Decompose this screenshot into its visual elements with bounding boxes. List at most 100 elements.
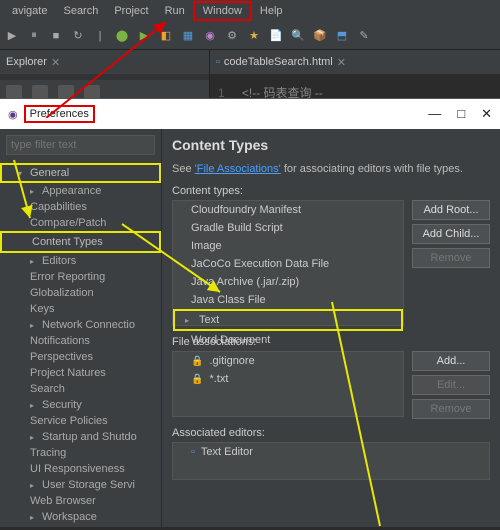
main-menu-bar: avigate Search Project Run Window Help <box>0 0 500 22</box>
tool1-icon[interactable]: ▦ <box>180 28 196 44</box>
tree-globalization[interactable]: Globalization <box>0 285 161 301</box>
stop-icon[interactable]: ■ <box>48 28 64 44</box>
content-types-buttons: Add Root... Add Child... Remove <box>412 200 490 326</box>
close-icon[interactable]: ✕ <box>337 56 346 69</box>
filter-input[interactable] <box>6 135 155 155</box>
tool4-icon[interactable]: ★ <box>246 28 262 44</box>
maximize-icon[interactable]: □ <box>457 106 465 122</box>
expand-icon: ▾ <box>18 169 26 178</box>
tree-keys[interactable]: Keys <box>0 301 161 317</box>
minimize-icon[interactable]: — <box>428 106 441 122</box>
close-icon[interactable]: ✕ <box>481 106 492 122</box>
debug-icon[interactable]: ⬤ <box>114 28 130 44</box>
list-item[interactable]: 🔒.gitignore <box>173 352 403 370</box>
menu-search[interactable]: Search <box>55 3 106 19</box>
remove-button[interactable]: Remove <box>412 248 490 268</box>
tool3-icon[interactable]: ⚙ <box>224 28 240 44</box>
editor-tab-header: ▫ codeTableSearch.html ✕ <box>210 50 500 74</box>
lock-icon: 🔒 <box>191 356 203 367</box>
menu-help[interactable]: Help <box>252 3 291 19</box>
tree-service-policies[interactable]: Service Policies <box>0 413 161 429</box>
editor-area: ▫ codeTableSearch.html ✕ <box>210 50 500 80</box>
eclipse-icon: ◉ <box>8 108 18 121</box>
tree-workspace[interactable]: ▸Workspace <box>0 509 161 525</box>
menu-navigate[interactable]: avigate <box>4 3 55 19</box>
remove-button[interactable]: Remove <box>412 399 490 419</box>
menu-run[interactable]: Run <box>157 3 193 19</box>
tree-error-reporting[interactable]: Error Reporting <box>0 269 161 285</box>
file-associations-list[interactable]: 🔒.gitignore 🔒*.txt <box>172 351 404 417</box>
file-icon: ▫ <box>216 56 220 68</box>
add-child-button[interactable]: Add Child... <box>412 224 490 244</box>
tree-capabilities[interactable]: Capabilities <box>0 199 161 215</box>
run-icon[interactable]: ▶ <box>4 28 20 44</box>
tree-appearance[interactable]: ▸Appearance <box>0 183 161 199</box>
file-associations-link[interactable]: 'File Associations' <box>195 163 281 175</box>
list-item[interactable]: Image <box>173 237 403 255</box>
preferences-tree[interactable]: ▾General ▸Appearance Capabilities Compar… <box>0 161 161 527</box>
dialog-body: ▾General ▸Appearance Capabilities Compar… <box>0 129 500 527</box>
tree-user-storage[interactable]: ▸User Storage Servi <box>0 477 161 493</box>
restart-icon[interactable]: ↻ <box>70 28 86 44</box>
tree-general[interactable]: ▾General <box>0 163 161 183</box>
menu-project[interactable]: Project <box>106 3 156 19</box>
pause-icon[interactable]: ⏸ <box>26 28 42 44</box>
list-item[interactable]: Java Class File <box>173 291 403 309</box>
list-item[interactable]: Cloudfoundry Manifest <box>173 201 403 219</box>
workspace-row: Explorer ✕ ▫ codeTableSearch.html ✕ <box>0 50 500 80</box>
explorer-panel: Explorer ✕ <box>0 50 210 80</box>
tree-search[interactable]: Search <box>0 381 161 397</box>
dialog-title: Preferences <box>24 105 95 123</box>
list-item[interactable]: Java Archive (.jar/.zip) <box>173 273 403 291</box>
run2-icon[interactable]: ▶ <box>136 28 152 44</box>
explorer-tab-header: Explorer ✕ <box>0 50 209 74</box>
editor-tab-label[interactable]: codeTableSearch.html <box>224 56 333 68</box>
list-item-text[interactable]: ▸ Text <box>173 309 403 331</box>
tree-compare[interactable]: Compare/Patch <box>0 215 161 231</box>
tree-web-browser[interactable]: Web Browser <box>0 493 161 509</box>
list-item[interactable]: ▫Text Editor <box>173 443 489 461</box>
tree-notifications[interactable]: Notifications <box>0 333 161 349</box>
close-icon[interactable]: ✕ <box>51 56 60 69</box>
lock-icon: 🔒 <box>191 374 203 385</box>
tree-perspectives[interactable]: Perspectives <box>0 349 161 365</box>
dialog-titlebar: ◉ Preferences — □ ✕ <box>0 99 500 129</box>
tree-project-natures[interactable]: Project Natures <box>0 365 161 381</box>
preferences-main: Content Types See 'File Associations' fo… <box>162 129 500 527</box>
page-description: See 'File Associations' for associating … <box>172 163 490 175</box>
editor-icon: ▫ <box>191 446 195 458</box>
tool6-icon[interactable]: 🔍 <box>290 28 306 44</box>
list-item[interactable]: Gradle Build Script <box>173 219 403 237</box>
sep-icon: | <box>92 28 108 44</box>
tool9-icon[interactable]: ✎ <box>356 28 372 44</box>
coverage-icon[interactable]: ◧ <box>158 28 174 44</box>
page-title: Content Types <box>172 137 490 153</box>
tree-security[interactable]: ▸Security <box>0 397 161 413</box>
content-types-label: Content types: <box>172 185 490 197</box>
tree-editors[interactable]: ▸Editors <box>0 253 161 269</box>
tool5-icon[interactable]: 📄 <box>268 28 284 44</box>
tree-tracing[interactable]: Tracing <box>0 445 161 461</box>
content-types-list[interactable]: Cloudfoundry Manifest Gradle Build Scrip… <box>172 200 404 326</box>
tree-ui-resp[interactable]: UI Responsiveness <box>0 461 161 477</box>
preferences-dialog: ◉ Preferences — □ ✕ ▾General ▸Appearance… <box>0 98 500 527</box>
add-button[interactable]: Add... <box>412 351 490 371</box>
tool8-icon[interactable]: ⬒ <box>334 28 350 44</box>
expand-icon: ▸ <box>185 316 193 325</box>
add-root-button[interactable]: Add Root... <box>412 200 490 220</box>
edit-button[interactable]: Edit... <box>412 375 490 395</box>
tree-startup[interactable]: ▸Startup and Shutdo <box>0 429 161 445</box>
preferences-nav: ▾General ▸Appearance Capabilities Compar… <box>0 129 162 527</box>
list-item[interactable]: JaCoCo Execution Data File <box>173 255 403 273</box>
associated-editors-label: Associated editors: <box>172 427 490 439</box>
associated-editors-list[interactable]: ▫Text Editor <box>172 442 490 480</box>
tree-network[interactable]: ▸Network Connectio <box>0 317 161 333</box>
main-toolbar: ▶ ⏸ ■ ↻ | ⬤ ▶ ◧ ▦ ◉ ⚙ ★ 📄 🔍 📦 ⬒ ✎ <box>0 22 500 50</box>
tool2-icon[interactable]: ◉ <box>202 28 218 44</box>
list-item[interactable]: 🔒*.txt <box>173 370 403 388</box>
explorer-tab-label[interactable]: Explorer <box>6 56 47 68</box>
tree-content-types[interactable]: Content Types <box>0 231 161 253</box>
menu-window[interactable]: Window <box>193 1 252 21</box>
tool7-icon[interactable]: 📦 <box>312 28 328 44</box>
file-associations-buttons: Add... Edit... Remove <box>412 351 490 419</box>
